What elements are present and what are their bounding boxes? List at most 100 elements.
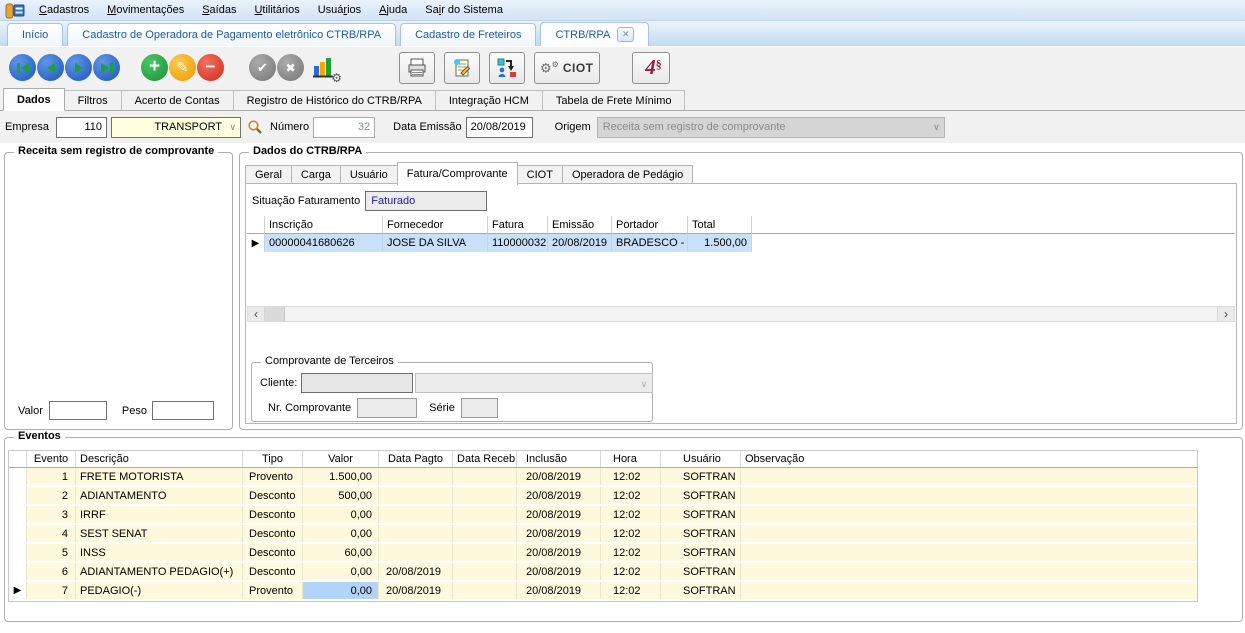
event-cell-hora[interactable]: 12:02: [601, 506, 661, 523]
ctrb-tab[interactable]: Operadora de Pedágio: [562, 165, 693, 183]
event-row[interactable]: ▶ 6 ADIANTAMENTO PEDAGIO(+) Desconto 0,0…: [9, 563, 1197, 582]
eventos-header[interactable]: Descrição: [76, 451, 243, 467]
event-cell-descricao[interactable]: FRETE MOTORISTA: [76, 468, 243, 485]
event-cell-descricao[interactable]: INSS: [76, 544, 243, 561]
next-record-button[interactable]: [65, 54, 92, 81]
add-record-button[interactable]: +: [141, 54, 168, 81]
menu-item[interactable]: Cadastros: [30, 1, 98, 19]
ctrb-tab[interactable]: Usuário: [340, 165, 398, 183]
event-cell-inclusao[interactable]: 20/08/2019: [517, 468, 601, 485]
event-cell-hora[interactable]: 12:02: [601, 487, 661, 504]
event-row[interactable]: ▶ 2 ADIANTAMENTO Desconto 500,00 20/08/2…: [9, 487, 1197, 506]
event-cell-hora[interactable]: 12:02: [601, 582, 661, 599]
menu-item[interactable]: Movimentações: [98, 1, 193, 19]
event-cell-descricao[interactable]: SEST SENAT: [76, 525, 243, 542]
cancel-button[interactable]: ✖: [277, 54, 304, 81]
event-cell-observacao[interactable]: [741, 544, 1197, 561]
event-cell-data-pagto[interactable]: [379, 487, 453, 504]
event-cell-usuario[interactable]: SOFTRAN: [661, 506, 741, 523]
last-record-button[interactable]: [93, 54, 120, 81]
event-cell-data-pagto[interactable]: [379, 525, 453, 542]
event-cell-data-pagto[interactable]: 20/08/2019: [379, 582, 453, 599]
event-cell-data-receb[interactable]: [453, 582, 517, 599]
event-cell-observacao[interactable]: [741, 525, 1197, 542]
document-tab[interactable]: Início: [7, 23, 63, 46]
page-tab[interactable]: Acerto de Contas: [121, 90, 234, 110]
event-cell-descricao[interactable]: ADIANTAMENTO: [76, 487, 243, 504]
fatura-row[interactable]: ▶ 00000041680626 JOSE DA SILVA 110000032…: [247, 234, 1235, 252]
event-cell-valor[interactable]: 0,00: [303, 582, 379, 599]
eventos-header[interactable]: Valor: [303, 451, 379, 467]
fatura-cell-emissao[interactable]: 20/08/2019: [548, 234, 612, 252]
fatura-header[interactable]: Emissão: [548, 216, 612, 234]
event-cell-hora[interactable]: 12:02: [601, 468, 661, 485]
document-tab[interactable]: Cadastro de Operadora de Pagamento eletr…: [67, 23, 396, 46]
event-cell-valor[interactable]: 1.500,00: [303, 468, 379, 485]
event-cell-inclusao[interactable]: 20/08/2019: [517, 582, 601, 599]
event-cell-descricao[interactable]: PEDAGIO(-): [76, 582, 243, 599]
event-cell-data-receb[interactable]: [453, 506, 517, 523]
event-cell-evento[interactable]: 7: [27, 582, 76, 599]
print-button[interactable]: [399, 52, 435, 84]
event-cell-inclusao[interactable]: 20/08/2019: [517, 525, 601, 542]
event-cell-data-pagto[interactable]: [379, 506, 453, 523]
fatura-header[interactable]: Portador: [612, 216, 688, 234]
menu-item[interactable]: Usuários: [309, 1, 370, 19]
document-tab[interactable]: CTRB/RPA ✕: [540, 22, 649, 46]
event-cell-inclusao[interactable]: 20/08/2019: [517, 544, 601, 561]
event-cell-evento[interactable]: 3: [27, 506, 76, 523]
event-cell-observacao[interactable]: [741, 563, 1197, 580]
eventos-header[interactable]: Data Receb.: [453, 451, 517, 467]
event-cell-tipo[interactable]: Desconto: [243, 525, 303, 542]
event-cell-descricao[interactable]: IRRF: [76, 506, 243, 523]
scrollbar-thumb[interactable]: [265, 307, 285, 321]
event-cell-valor[interactable]: 500,00: [303, 487, 379, 504]
event-cell-evento[interactable]: 4: [27, 525, 76, 542]
tab-close-icon[interactable]: ✕: [617, 27, 634, 42]
numero-field[interactable]: 32: [313, 117, 375, 138]
fatura-cell-fornecedor[interactable]: JOSE DA SILVA: [383, 234, 488, 252]
page-tab[interactable]: Tabela de Frete Mínimo: [542, 90, 686, 110]
event-cell-data-pagto[interactable]: [379, 468, 453, 485]
ciot-button[interactable]: ⚙⚙ CIOT: [534, 52, 600, 84]
report-button[interactable]: [444, 52, 480, 84]
event-cell-valor[interactable]: 0,00: [303, 525, 379, 542]
scroll-left-button[interactable]: ‹: [248, 307, 265, 321]
page-tab[interactable]: Dados: [3, 88, 65, 111]
event-cell-tipo[interactable]: Desconto: [243, 544, 303, 561]
fatura-cell-portador[interactable]: BRADESCO - JC T: [612, 234, 688, 252]
chart-button[interactable]: ⚙: [311, 54, 339, 82]
ctrb-tab[interactable]: Carga: [291, 165, 341, 183]
event-cell-tipo[interactable]: Desconto: [243, 506, 303, 523]
fatura-cell-fatura[interactable]: 110000032: [488, 234, 548, 252]
event-cell-inclusao[interactable]: 20/08/2019: [517, 563, 601, 580]
page-tab[interactable]: Filtros: [64, 90, 122, 110]
event-cell-inclusao[interactable]: 20/08/2019: [517, 487, 601, 504]
peso-input[interactable]: [152, 401, 214, 420]
event-cell-evento[interactable]: 5: [27, 544, 76, 561]
eventos-header[interactable]: Hora: [601, 451, 661, 467]
integration-button[interactable]: [489, 52, 525, 84]
event-cell-observacao[interactable]: [741, 506, 1197, 523]
fatura-cell-total[interactable]: 1.500,00: [688, 234, 752, 252]
edit-record-button[interactable]: ✎: [169, 54, 196, 81]
menu-item[interactable]: Ajuda: [370, 1, 416, 19]
event-row[interactable]: ▶ 1 FRETE MOTORISTA Provento 1.500,00 20…: [9, 468, 1197, 487]
ctrb-tab[interactable]: CIOT: [517, 165, 563, 183]
event-cell-usuario[interactable]: SOFTRAN: [661, 525, 741, 542]
eventos-header[interactable]: Tipo: [243, 451, 303, 467]
event-row[interactable]: ▶ 5 INSS Desconto 60,00 20/08/2019 12:02…: [9, 544, 1197, 563]
event-cell-tipo[interactable]: Desconto: [243, 563, 303, 580]
empresa-code-field[interactable]: 110: [56, 117, 107, 138]
previous-record-button[interactable]: [37, 54, 64, 81]
event-row[interactable]: ▶ 3 IRRF Desconto 0,00 20/08/2019 12:02 …: [9, 506, 1197, 525]
menu-item[interactable]: Utilitários: [245, 1, 308, 19]
empresa-combo[interactable]: TRANSPORT ∨: [111, 117, 241, 138]
event-cell-data-pagto[interactable]: [379, 544, 453, 561]
menu-item[interactable]: Sair do Sistema: [416, 1, 512, 19]
event-cell-usuario[interactable]: SOFTRAN: [661, 582, 741, 599]
event-cell-data-pagto[interactable]: 20/08/2019: [379, 563, 453, 580]
event-cell-tipo[interactable]: Desconto: [243, 487, 303, 504]
brand-4-button[interactable]: 4§: [632, 52, 670, 84]
event-cell-usuario[interactable]: SOFTRAN: [661, 487, 741, 504]
